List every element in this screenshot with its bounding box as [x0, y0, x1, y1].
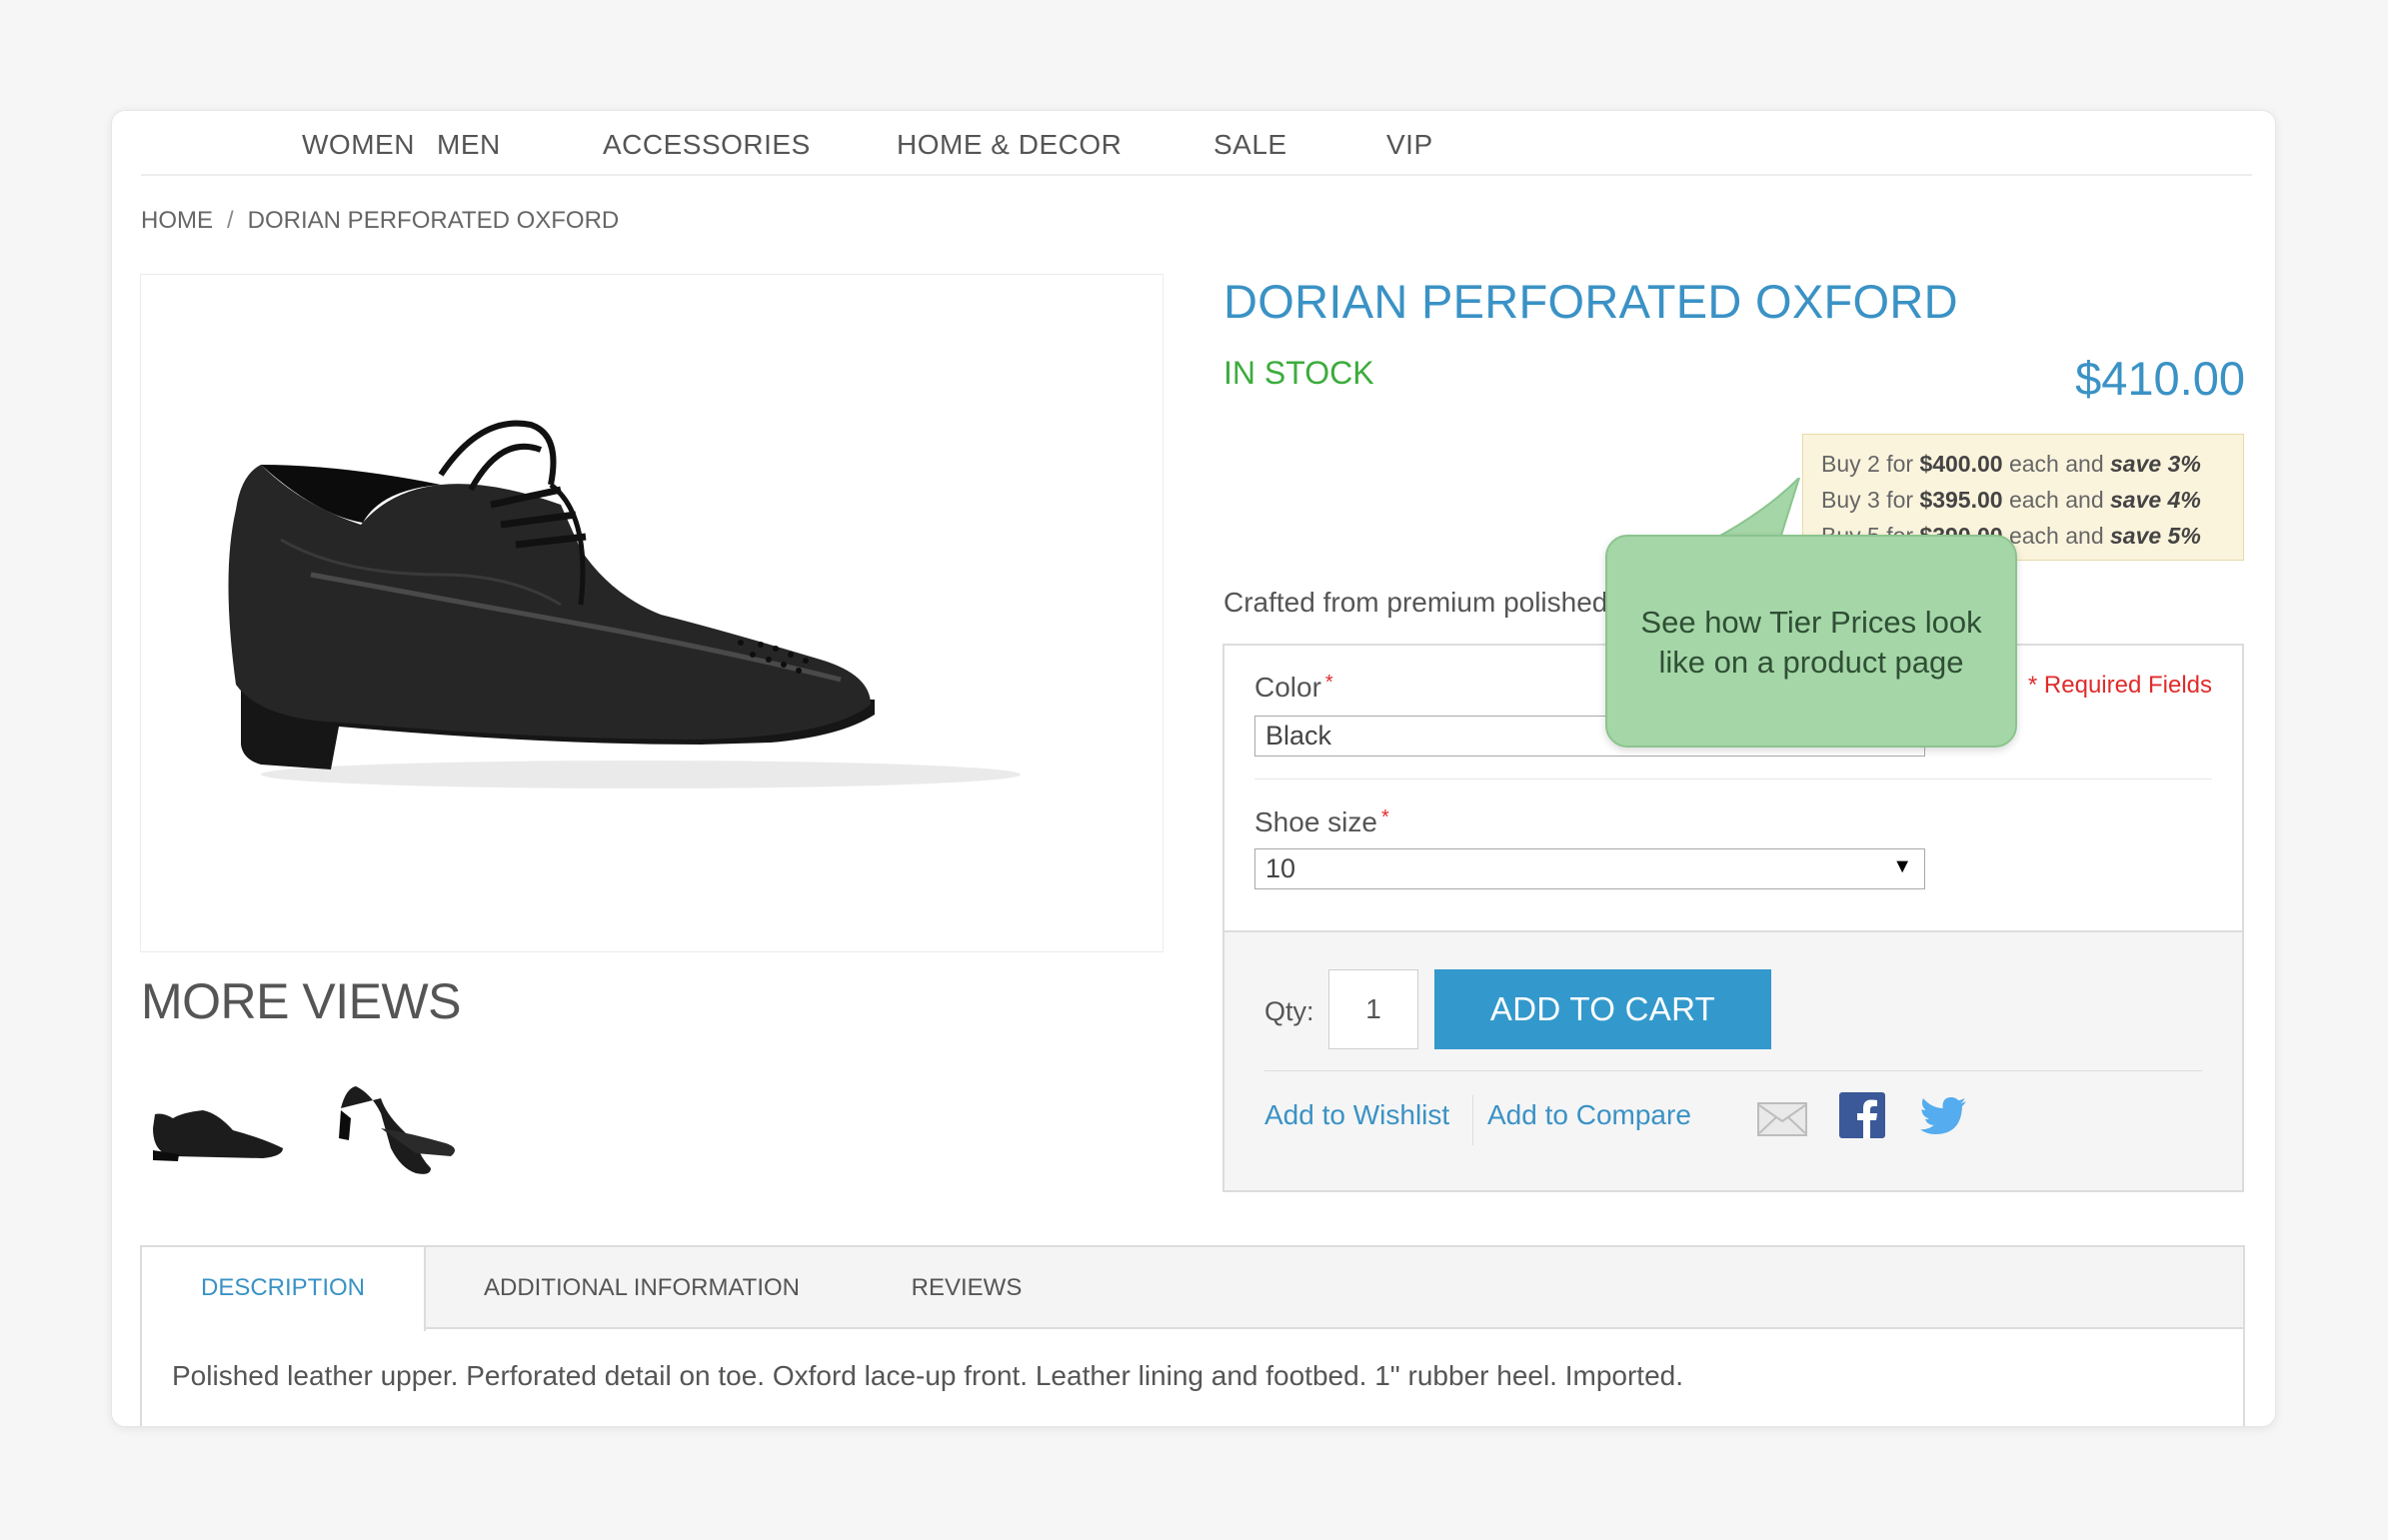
tooltip-pointer	[1708, 478, 1800, 542]
nav-item-women[interactable]: WOMEN	[302, 129, 415, 161]
link-separator	[1472, 1095, 1473, 1145]
tab-additional-information[interactable]: ADDITIONAL INFORMATION	[472, 1247, 812, 1329]
add-to-wishlist-link[interactable]: Add to Wishlist	[1264, 1099, 1449, 1131]
nav-item-sale[interactable]: SALE	[1213, 129, 1287, 161]
more-views-title: MORE VIEWS	[141, 973, 462, 1029]
shoe-size-label: Shoe size *	[1254, 806, 1389, 837]
thumbnail-side-view[interactable]	[143, 1068, 293, 1183]
nav-item-men[interactable]: MEN	[437, 129, 501, 161]
required-marker: *	[1324, 672, 1333, 694]
tier-price-row: Buy 2 for $400.00 each and save 3%	[1821, 451, 2201, 477]
product-title: DORIAN PERFORATED OXFORD	[1223, 275, 1958, 328]
product-page-card: WOMEN MEN ACCESSORIES HOME & DECOR SALE …	[111, 110, 2276, 1427]
nav-item-vip[interactable]: VIP	[1386, 129, 1433, 161]
tab-description[interactable]: DESCRIPTION	[142, 1247, 426, 1331]
breadcrumb-current: DORIAN PERFORATED OXFORD	[247, 207, 620, 234]
description-text: Polished leather upper. Perforated detai…	[172, 1360, 1684, 1391]
required-marker: *	[1380, 806, 1389, 828]
color-label: Color *	[1254, 672, 1333, 703]
tier-price-row: Buy 3 for $395.00 each and save 4%	[1821, 487, 2201, 513]
tab-reviews[interactable]: REVIEWS	[892, 1247, 1042, 1329]
add-to-cart-button[interactable]: ADD TO CART	[1434, 969, 1771, 1049]
breadcrumb-separator: /	[227, 207, 234, 234]
required-fields-note: * Required Fields	[2027, 672, 2212, 699]
add-to-cart-box: Qty: 1 ADD TO CART Add to Wishlist Add t…	[1222, 930, 2244, 1192]
product-price: $410.00	[2075, 352, 2245, 405]
main-navigation: WOMEN MEN ACCESSORIES HOME & DECOR SALE …	[141, 111, 2252, 176]
qty-label: Qty:	[1264, 996, 1314, 1026]
oxford-shoe-image	[228, 420, 1021, 788]
stock-status: IN STOCK	[1223, 355, 1374, 391]
product-main-image[interactable]	[140, 274, 1164, 952]
options-divider	[1254, 778, 2212, 779]
add-to-compare-link[interactable]: Add to Compare	[1487, 1099, 1691, 1131]
tier-price-callout: See how Tier Prices look like on a produ…	[1605, 535, 2017, 748]
cart-divider	[1264, 1070, 2202, 1071]
breadcrumb-home[interactable]: HOME	[141, 207, 213, 234]
nav-item-home-decor[interactable]: HOME & DECOR	[897, 129, 1122, 161]
thumbnail-angle-view[interactable]	[321, 1068, 471, 1183]
breadcrumb: HOME / DORIAN PERFORATED OXFORD	[141, 207, 619, 235]
chevron-down-icon: ▼	[1892, 855, 1912, 877]
product-tabs: DESCRIPTION ADDITIONAL INFORMATION REVIE…	[140, 1245, 2245, 1426]
envelope-icon[interactable]	[1757, 1102, 1807, 1141]
shoe-size-select[interactable]: 10 ▼	[1254, 848, 1925, 889]
callout-text: See how Tier Prices look like on a produ…	[1640, 605, 1982, 680]
facebook-icon[interactable]	[1839, 1092, 1885, 1143]
nav-item-accessories[interactable]: ACCESSORIES	[603, 129, 811, 161]
twitter-icon[interactable]	[1919, 1096, 1967, 1141]
qty-input[interactable]: 1	[1328, 969, 1418, 1049]
tab-strip: DESCRIPTION ADDITIONAL INFORMATION REVIE…	[142, 1247, 2243, 1331]
